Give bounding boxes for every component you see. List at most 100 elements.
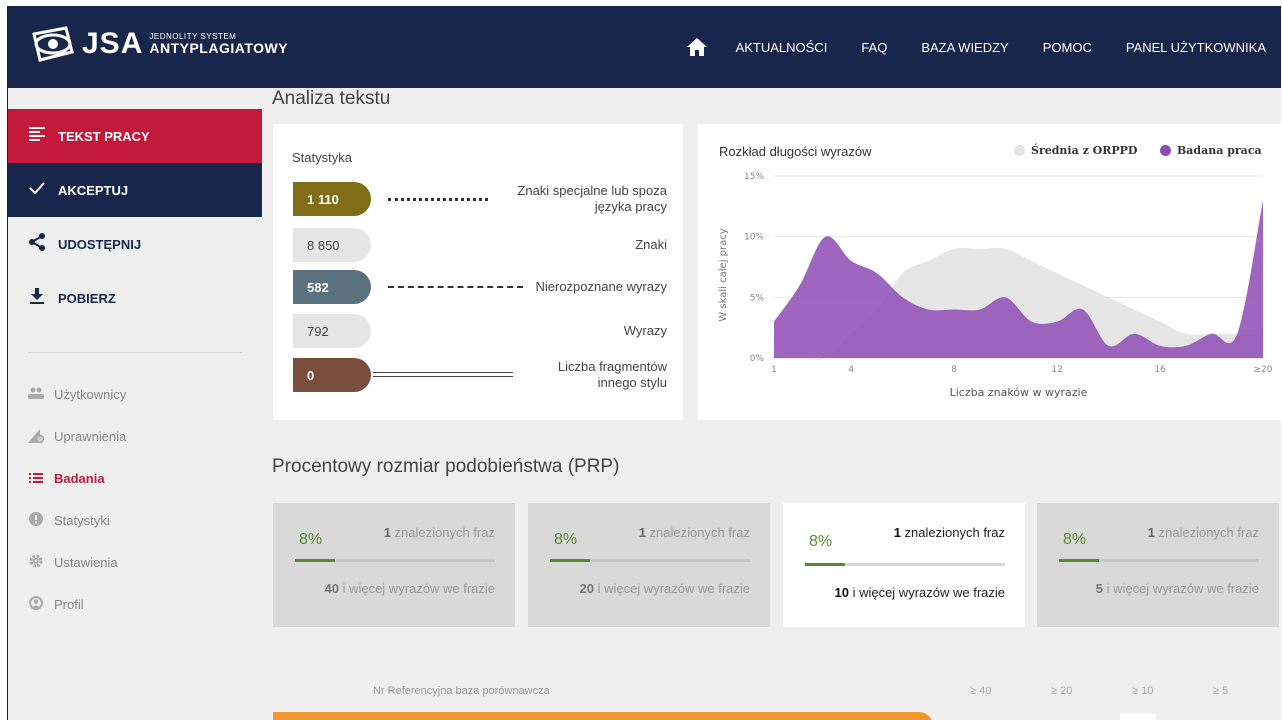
stat-row-special-chars: 1 110 Znaki specjalne lub spoza języka p…: [293, 182, 671, 216]
statistics-card: Statystyka 1 110 Znaki specjalne lub spo…: [273, 124, 683, 420]
check-icon: [28, 181, 46, 199]
prp-words-threshold: 40 i więcej wyrazów we frazie: [324, 581, 495, 596]
prp-progress-fill: [295, 559, 335, 562]
y-tick-label: 15%: [744, 172, 764, 182]
sidebar-item-profil[interactable]: Profil: [8, 583, 262, 625]
prp-words-threshold: 10 i więcej wyrazów we frazie: [834, 585, 1005, 600]
prp-phrases-text: znalezionych fraz: [390, 525, 495, 540]
result-cell: [1120, 714, 1156, 720]
table-header-col-20[interactable]: ≥ 20: [1051, 685, 1072, 697]
logo-subtitle-bottom: ANTYPLAGIATOWY: [149, 40, 289, 56]
table-header-col-5[interactable]: ≥ 5: [1213, 685, 1228, 697]
download-icon: [28, 287, 46, 309]
x-tick-label: 12: [1051, 365, 1062, 375]
sidebar: TEKST PRACY AKCEPTUJ UDOSTĘPNIJ POBIERZ: [8, 88, 262, 720]
table-header-col-40[interactable]: ≥ 40: [970, 685, 991, 697]
prp-phrases-text: znalezionych fraz: [1154, 525, 1259, 540]
sidebar-item-label: Ustawienia: [54, 554, 118, 570]
prp-words-count: 5: [1095, 581, 1103, 596]
table-header-col-10[interactable]: ≥ 10: [1132, 685, 1153, 697]
prp-section-title: Procentowy rozmiar podobieństwa (PRP): [272, 456, 620, 477]
sidebar-item-akceptuj[interactable]: AKCEPTUJ: [8, 163, 262, 217]
prp-phrases-found: 1 znalezionych fraz: [639, 525, 750, 540]
sidebar-item-label: Profil: [54, 596, 84, 612]
sidebar-item-uzytkownicy[interactable]: Użytkownicy: [8, 373, 262, 415]
share-icon: [28, 232, 46, 256]
sidebar-item-tekst-pracy[interactable]: TEKST PRACY: [8, 109, 262, 163]
double-line-marker: [373, 372, 513, 377]
sidebar-item-label: POBIERZ: [58, 290, 116, 306]
prp-card-20[interactable]: 8% 1 znalezionych fraz 20 i więcej wyraz…: [528, 503, 770, 627]
info-icon: [28, 511, 44, 529]
nav-panel-uzytkownika[interactable]: PANEL UŻYTKOWNIKA: [1126, 40, 1266, 55]
stat-value-pill: 792: [293, 314, 371, 348]
profile-icon: [28, 595, 44, 613]
prp-phrases-count: 1: [383, 525, 391, 540]
prp-progress-bar: [805, 563, 1005, 566]
table-header-reference: Nr Referencyjna baza porównawcza: [373, 685, 550, 697]
prp-words-text: i więcej wyrazów we frazie: [593, 581, 750, 596]
word-length-area-chart: 0% 5% 10% 15% 1 4 8 12 16 ≥20 Liczba znaków w wyra…: [718, 172, 1273, 399]
sidebar-item-label: Uprawnienia: [54, 428, 127, 444]
stat-label: Liczba fragmentów innego stylu: [557, 359, 667, 390]
prp-card-5[interactable]: 8% 1 znalezionych fraz 5 i więcej wyrazó…: [1037, 503, 1279, 627]
nav-baza-wiedzy[interactable]: BAZA WIEDZY: [921, 40, 1008, 55]
stat-row-unrecognized-words: 582 Nierozpoznane wyrazy: [293, 270, 671, 304]
prp-card-10[interactable]: 8% 1 znalezionych fraz 10 i więcej wyraz…: [783, 503, 1025, 627]
y-axis-title: W skali całej pracy: [718, 228, 729, 321]
eye-logo-icon: [32, 26, 74, 62]
sidebar-item-label: Statystyki: [54, 512, 110, 528]
top-navigation-bar: JSA JEDNOLITY SYSTEM ANTYPLAGIATOWY AKTU…: [8, 6, 1281, 88]
jsa-logo[interactable]: JSA JEDNOLITY SYSTEM ANTYPLAGIATOWY: [28, 22, 288, 66]
list-icon: [28, 471, 44, 486]
permissions-icon: [28, 427, 45, 446]
sidebar-item-label: Użytkownicy: [54, 386, 127, 402]
stat-row-characters: 8 850 Znaki: [293, 228, 671, 262]
home-icon[interactable]: [686, 36, 708, 58]
x-tick-label: 1: [771, 365, 777, 375]
stat-label: Znaki: [635, 237, 667, 253]
prp-phrases-found: 1 znalezionych fraz: [894, 525, 1005, 540]
prp-phrases-count: 1: [638, 525, 646, 540]
sidebar-item-label: Badania: [54, 470, 105, 486]
first-result-row-bar[interactable]: [273, 712, 933, 720]
app-frame: JSA JEDNOLITY SYSTEM ANTYPLAGIATOWY AKTU…: [7, 6, 1281, 720]
sidebar-item-uprawnienia[interactable]: Uprawnienia: [8, 415, 262, 457]
x-tick-label: 16: [1154, 365, 1166, 375]
y-tick-label: 0%: [750, 354, 765, 364]
x-tick-label: 8: [951, 365, 957, 375]
stat-value-pill: 1 110: [293, 182, 371, 216]
logo-text: JSA: [82, 27, 144, 60]
x-axis-title: Liczba znaków w wyrazie: [950, 386, 1088, 399]
nav-pomoc[interactable]: POMOC: [1043, 40, 1092, 55]
main-nav: AKTUALNOŚCI FAQ BAZA WIEDZY POMOC PANEL …: [686, 6, 1266, 88]
sidebar-item-ustawienia[interactable]: Ustawienia: [8, 541, 262, 583]
prp-words-text: i więcej wyrazów we frazie: [1102, 581, 1259, 596]
prp-words-count: 10: [834, 585, 849, 600]
sidebar-item-udostepnij[interactable]: UDOSTĘPNIJ: [8, 217, 262, 271]
dotted-line-marker: [388, 198, 488, 201]
stat-value-pill: 582: [293, 270, 371, 304]
sidebar-item-label: TEKST PRACY: [58, 128, 150, 144]
nav-faq[interactable]: FAQ: [861, 40, 887, 55]
sidebar-item-pobierz[interactable]: POBIERZ: [8, 271, 262, 325]
stat-label: Znaki specjalne lub spoza języka pracy: [517, 183, 667, 214]
sidebar-item-badania[interactable]: Badania: [8, 457, 262, 499]
stat-value-pill: 0: [293, 358, 371, 392]
prp-phrases-found: 1 znalezionych fraz: [1148, 525, 1259, 540]
stat-value-pill: 8 850: [293, 228, 371, 262]
nav-aktualnosci[interactable]: AKTUALNOŚCI: [736, 40, 828, 55]
stat-row-words: 792 Wyrazy: [293, 314, 671, 348]
prp-card-40[interactable]: 8% 1 znalezionych fraz 40 i więcej wyraz…: [273, 503, 515, 627]
prp-percent: 8%: [809, 533, 833, 550]
prp-percent: 8%: [299, 531, 323, 548]
sidebar-item-label: UDOSTĘPNIJ: [58, 236, 142, 252]
word-length-chart-card: Rozkład długości wyrazów Średnia z ORPPD…: [698, 124, 1281, 420]
prp-phrases-text: znalezionych fraz: [645, 525, 750, 540]
text-lines-icon: [28, 126, 46, 146]
prp-progress-fill: [805, 563, 845, 566]
sidebar-item-statystyki[interactable]: Statystyki: [8, 499, 262, 541]
logo-subtitle: JEDNOLITY SYSTEM ANTYPLAGIATOWY: [149, 33, 289, 56]
dashed-line-marker: [388, 286, 523, 288]
y-tick-label: 5%: [750, 293, 765, 303]
